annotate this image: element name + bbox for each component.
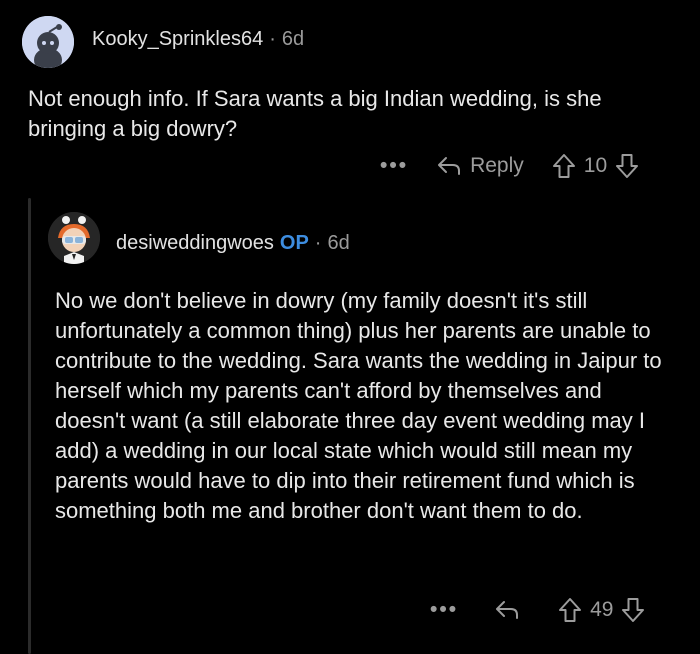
separator-dot: ·	[314, 232, 322, 254]
vote-count: 10	[583, 154, 608, 177]
custom-avatar-icon	[48, 212, 100, 264]
vote-controls: 49	[558, 597, 645, 623]
comment-actions: ••• 49	[430, 594, 680, 626]
vote-controls: 10	[552, 153, 639, 179]
downvote-icon[interactable]	[615, 153, 639, 179]
comment-body: Not enough info. If Sara wants a big Ind…	[28, 86, 602, 141]
timestamp: 6d	[327, 232, 350, 254]
comment-meta: Kooky_Sprinkles64 · 6d	[92, 28, 304, 51]
avatar[interactable]	[22, 16, 74, 68]
username[interactable]: desiweddingwoes	[116, 232, 274, 254]
thread-line[interactable]	[28, 198, 31, 654]
username[interactable]: Kooky_Sprinkles64	[92, 28, 263, 50]
comment-body: No we don't believe in dowry (my family …	[55, 288, 662, 523]
snoo-avatar-icon	[22, 16, 74, 68]
reply-arrow-icon	[496, 601, 519, 619]
vote-count: 49	[590, 598, 614, 621]
upvote-icon[interactable]	[552, 153, 576, 179]
reply-label: Reply	[470, 154, 524, 177]
upvote-icon[interactable]	[558, 597, 582, 623]
op-badge: OP	[279, 232, 309, 254]
comment-actions: ••• Reply 10	[380, 150, 680, 182]
more-options-button[interactable]: •••	[380, 154, 408, 178]
separator-dot: ·	[269, 28, 276, 50]
downvote-icon[interactable]	[621, 597, 645, 623]
timestamp: 6d	[281, 28, 305, 50]
reply-arrow-icon	[438, 157, 461, 175]
comment-meta: desiweddingwoes OP · 6d	[116, 232, 350, 255]
reply-button[interactable]	[494, 599, 528, 621]
avatar[interactable]	[48, 212, 100, 264]
reply-button[interactable]: Reply	[436, 154, 524, 178]
more-options-button[interactable]: •••	[430, 598, 458, 622]
